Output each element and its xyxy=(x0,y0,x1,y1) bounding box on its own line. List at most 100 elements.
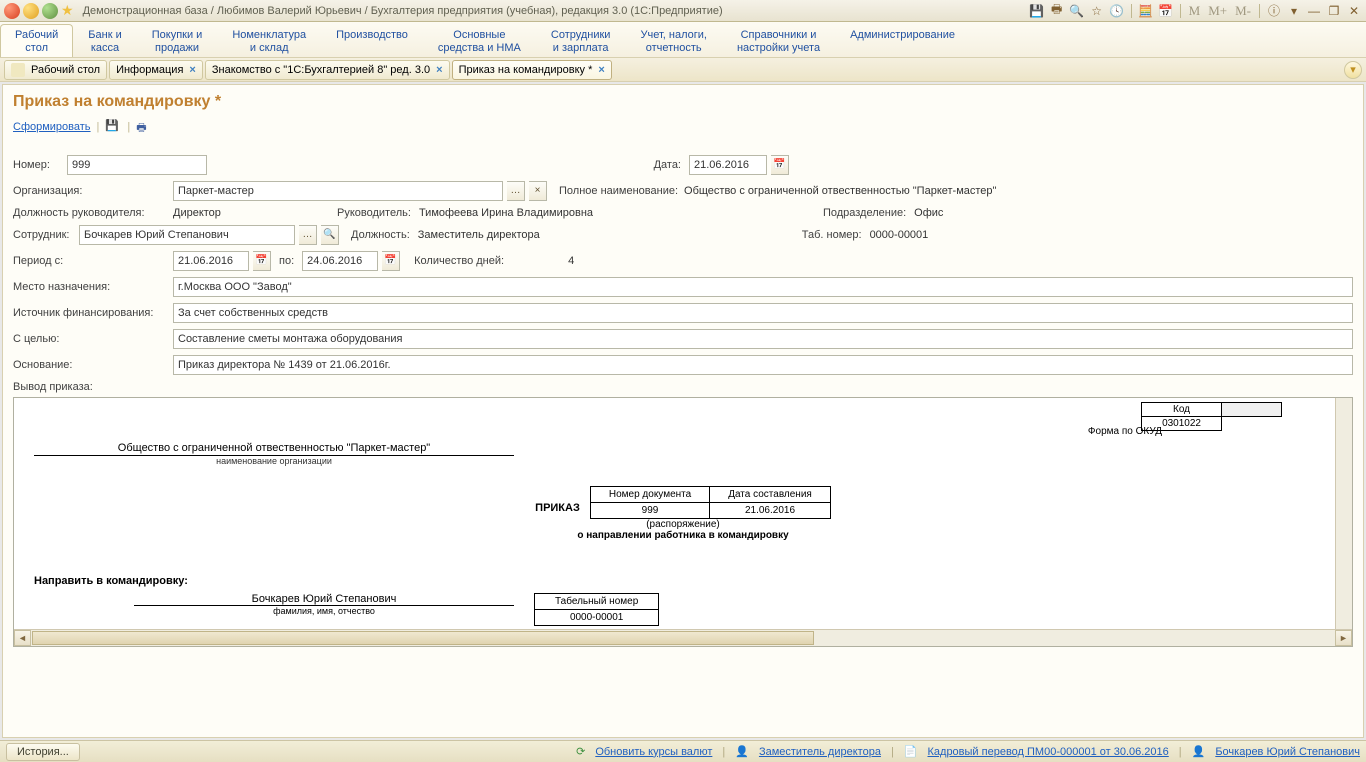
tabnum-value: 0000-00001 xyxy=(535,610,659,626)
dest-input[interactable] xyxy=(173,277,1353,297)
tab-order[interactable]: Приказ на командировку * × xyxy=(452,60,612,80)
deputy-link[interactable]: Заместитель директора xyxy=(759,746,881,758)
nav-bank[interactable]: Банк и касса xyxy=(73,24,136,57)
separator: | xyxy=(127,121,130,133)
favorites-dropdown-icon[interactable]: ▾ xyxy=(1344,61,1362,79)
nav-employees[interactable]: Сотрудники и зарплата xyxy=(536,24,626,57)
number-input[interactable] xyxy=(67,155,207,175)
scroll-left-icon[interactable]: ◄ xyxy=(14,630,31,646)
star-fav-icon[interactable]: ☆ xyxy=(1089,3,1105,19)
close-icon[interactable]: × xyxy=(436,64,442,76)
maximize-icon[interactable]: ❐ xyxy=(1326,3,1342,19)
tab-intro[interactable]: Знакомство с "1С:Бухгалтерией 8" ред. 3.… xyxy=(205,60,450,80)
sys-btn-3[interactable] xyxy=(42,3,58,19)
calendar-icon[interactable]: 📅 xyxy=(1158,3,1174,19)
select-icon[interactable]: … xyxy=(507,181,525,201)
nav-assets[interactable]: Основные средства и НМА xyxy=(423,24,536,57)
tabnum-table: Табельный номер 0000-00001 xyxy=(534,593,659,626)
org-sublabel: наименование организации xyxy=(34,456,514,466)
sys-1c-icon[interactable] xyxy=(4,3,20,19)
open-icon[interactable]: 🔍 xyxy=(321,225,339,245)
pos-label: Должность руководителя: xyxy=(13,207,169,219)
transfer-link[interactable]: Кадровый перевод ПМ00-000001 от 30.06.20… xyxy=(928,746,1169,758)
rates-link[interactable]: Обновить курсы валют xyxy=(595,746,712,758)
nav-tax[interactable]: Учет, налоги, отчетность xyxy=(625,24,721,57)
tabnum-label: Таб. номер: xyxy=(802,229,862,241)
tab-desktop[interactable]: Рабочий стол xyxy=(4,60,107,80)
date-input[interactable] xyxy=(689,155,767,175)
scroll-thumb[interactable] xyxy=(32,631,814,645)
basis-label: Основание: xyxy=(13,359,169,371)
sys-btn-2[interactable] xyxy=(23,3,39,19)
doc-number-table: Номер документаДата составления 99921.06… xyxy=(590,486,831,519)
refresh-icon: ⟳ xyxy=(576,745,585,758)
horizontal-scrollbar[interactable]: ◄ ► xyxy=(14,629,1352,646)
print-icon[interactable]: 🖶 xyxy=(1049,3,1065,19)
tabnum-value: 0000-00001 xyxy=(870,229,929,241)
calendar-icon[interactable]: 📅 xyxy=(253,251,271,271)
favorite-icon[interactable]: ★ xyxy=(61,2,74,19)
calendar-icon[interactable]: 📅 xyxy=(771,155,789,175)
goal-input[interactable] xyxy=(173,329,1353,349)
generate-button[interactable]: Сформировать xyxy=(13,121,91,133)
m-icon[interactable]: M xyxy=(1187,3,1203,19)
tabs-bar: Рабочий стол Информация × Знакомство с "1… xyxy=(0,58,1366,82)
user-icon: 👤 xyxy=(735,745,749,758)
nav-sales[interactable]: Покупки и продажи xyxy=(137,24,218,57)
tab-label: Знакомство с "1С:Бухгалтерией 8" ред. 3.… xyxy=(212,64,430,76)
find-icon[interactable]: 🔍 xyxy=(1069,3,1085,19)
scroll-right-icon[interactable]: ► xyxy=(1335,630,1352,646)
emp-input[interactable] xyxy=(79,225,295,245)
m-minus-icon[interactable]: M- xyxy=(1233,3,1253,19)
save-icon[interactable]: 💾 xyxy=(1029,3,1045,19)
employee-link[interactable]: Бочкарев Юрий Степанович xyxy=(1215,746,1360,758)
docnum-value: 999 xyxy=(590,503,709,519)
m-plus-icon[interactable]: M+ xyxy=(1206,3,1229,19)
history-button[interactable]: История... xyxy=(6,743,80,761)
docdate-header: Дата составления xyxy=(710,487,831,503)
tab-label: Приказ на командировку * xyxy=(459,64,593,76)
dropdown-icon[interactable]: ▾ xyxy=(1286,3,1302,19)
basis-input[interactable] xyxy=(173,355,1353,375)
period-to-label: по: xyxy=(279,255,294,267)
nav-admin[interactable]: Администрирование xyxy=(835,24,970,57)
nav-desktop[interactable]: Рабочий стол xyxy=(0,24,73,57)
nav-inventory[interactable]: Номенклатура и склад xyxy=(217,24,321,57)
close-icon[interactable]: ✕ xyxy=(1346,3,1362,19)
vertical-scrollbar[interactable] xyxy=(1335,398,1352,629)
user-icon: 👤 xyxy=(1192,745,1206,758)
fullname-value: Общество с ограниченной отвественностью … xyxy=(684,185,996,197)
close-icon[interactable]: × xyxy=(598,64,604,76)
org-input[interactable] xyxy=(173,181,503,201)
clear-icon[interactable]: × xyxy=(529,181,547,201)
save-icon[interactable]: 💾 xyxy=(105,119,121,135)
document-preview: Форма по ОКУД Код 0301022 Общество с огр… xyxy=(13,397,1353,647)
nav-production[interactable]: Производство xyxy=(321,24,423,57)
separator xyxy=(1259,4,1260,18)
days-label: Количество дней: xyxy=(414,255,504,267)
close-icon[interactable]: × xyxy=(189,64,195,76)
period-from-input[interactable] xyxy=(173,251,249,271)
calc-icon[interactable]: 🧮 xyxy=(1138,3,1154,19)
select-icon[interactable]: … xyxy=(299,225,317,245)
tab-info[interactable]: Информация × xyxy=(109,60,203,80)
period-to-input[interactable] xyxy=(302,251,378,271)
pos-value: Директор xyxy=(173,207,333,219)
print-icon[interactable]: 🖶 xyxy=(136,119,152,135)
head-label: Руководитель: xyxy=(337,207,411,219)
history-icon[interactable]: 🕓 xyxy=(1109,3,1125,19)
number-label: Номер: xyxy=(13,159,63,171)
goal-label: С целью: xyxy=(13,333,169,345)
org-name: Общество с ограниченной отвественностью … xyxy=(34,442,514,456)
minimize-icon[interactable]: — xyxy=(1306,3,1322,19)
fin-input[interactable] xyxy=(173,303,1353,323)
info-icon[interactable]: ⓘ xyxy=(1266,3,1282,19)
separator xyxy=(1180,4,1181,18)
nav-refs[interactable]: Справочники и настройки учета xyxy=(722,24,835,57)
tab-label: Информация xyxy=(116,64,183,76)
fin-label: Источник финансирования: xyxy=(13,307,169,319)
calendar-icon[interactable]: 📅 xyxy=(382,251,400,271)
tabnum-header: Табельный номер xyxy=(535,594,659,610)
window-title: Демонстрационная база / Любимов Валерий … xyxy=(83,5,1026,17)
emp-sublabel: фамилия, имя, отчество xyxy=(134,606,514,616)
